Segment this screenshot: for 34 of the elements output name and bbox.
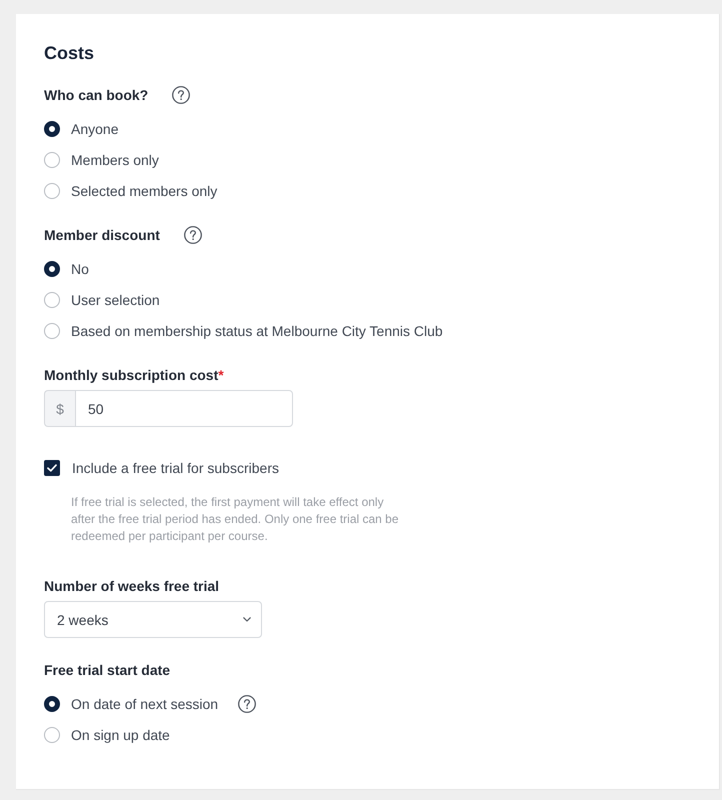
radio-option[interactable]: On sign up date	[44, 724, 170, 744]
help-icon[interactable]	[238, 694, 256, 712]
radio-option[interactable]: No	[44, 258, 89, 278]
checkbox-description: If free trial is selected, the first payment will take effect only after the free trial period has ended. Only one free trial can be redeemed per participant per course.	[71, 494, 400, 545]
field-label: Free trial start date	[44, 661, 170, 680]
field-label: Who can book?	[44, 86, 148, 105]
field-label: Member discount	[44, 226, 160, 245]
section-title: Costs	[44, 42, 94, 64]
help-icon[interactable]	[184, 226, 202, 244]
required-mark: *	[218, 366, 224, 385]
field-label: Monthly subscription cost	[44, 366, 218, 385]
radio-button[interactable]	[44, 182, 60, 198]
radio-button[interactable]	[44, 726, 60, 742]
field-label: Number of weeks free trial	[44, 577, 220, 596]
check-icon	[47, 464, 57, 472]
radio-button[interactable]	[44, 152, 60, 168]
currency-prefix: $	[44, 390, 75, 427]
radio-option[interactable]: On date of next session	[44, 694, 218, 714]
help-icon[interactable]	[172, 86, 190, 104]
radio-option[interactable]: Selected members only	[44, 180, 218, 200]
radio-option[interactable]: Members only	[44, 150, 159, 170]
radio-button[interactable]	[44, 696, 60, 712]
radio-button[interactable]	[44, 292, 60, 308]
radio-option[interactable]: Based on membership status at Melbourne City Tennis Club	[44, 320, 443, 340]
radio-option[interactable]: Anyone	[44, 118, 118, 138]
radio-button[interactable]	[44, 120, 60, 136]
radio-button[interactable]	[44, 260, 60, 276]
weeks-select[interactable]: 2 weeks	[44, 601, 262, 638]
chevron-down-icon	[243, 617, 251, 622]
cost-input[interactable]: 50	[75, 390, 293, 427]
checkbox-option[interactable]: Include a free trial for subscribers	[44, 452, 279, 483]
radio-option[interactable]: User selection	[44, 290, 160, 310]
checkbox[interactable]	[44, 460, 60, 476]
radio-button[interactable]	[44, 322, 60, 338]
